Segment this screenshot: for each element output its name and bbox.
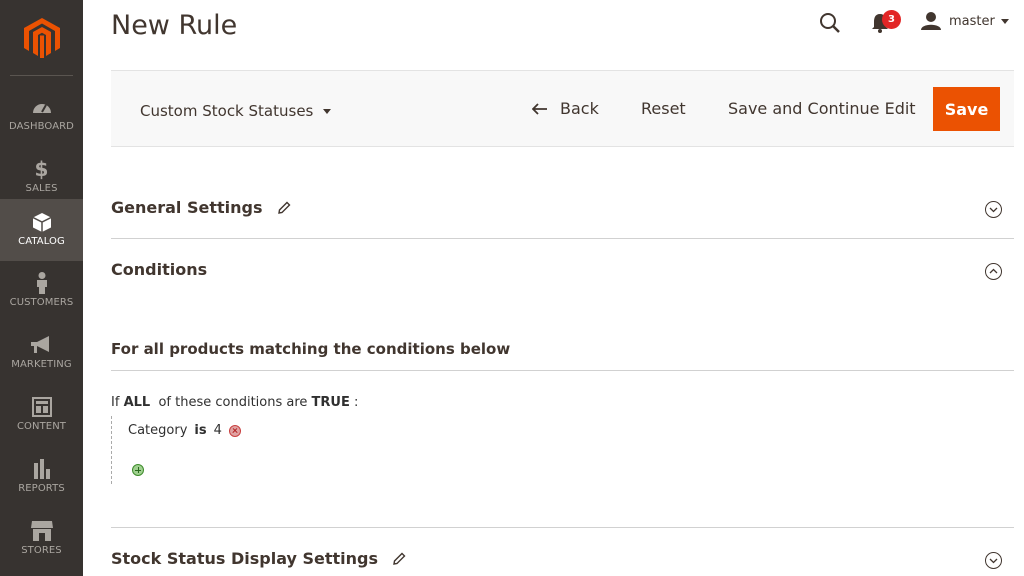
condition-value[interactable]: 4 — [214, 423, 222, 438]
general-settings-expand-icon[interactable] — [985, 201, 1002, 218]
value-select[interactable]: TRUE — [312, 395, 350, 410]
save-and-continue-button[interactable]: Save and Continue Edit — [728, 99, 916, 118]
back-button-label: Back — [560, 99, 599, 118]
conditions-fieldset-title: For all products matching the conditions… — [111, 340, 511, 358]
conditions-aggregator-line: If ALL of these conditions are TRUE : — [111, 395, 358, 410]
conditions-title: Conditions — [111, 260, 208, 279]
sidebar-item-dashboard[interactable]: DASHBOARD — [0, 88, 83, 150]
layout-icon — [0, 396, 83, 418]
remove-condition-icon[interactable] — [228, 424, 241, 437]
fieldset-divider — [111, 370, 1014, 371]
condition-rule-row: Category is 4 — [128, 423, 241, 438]
sidebar-item-reports[interactable]: REPORTS — [0, 450, 83, 512]
sidebar-item-label: DASHBOARD — [8, 121, 74, 132]
reset-button[interactable]: Reset — [641, 99, 686, 118]
sidebar-item-label: SALES — [25, 183, 58, 194]
stock-display-settings-title: Stock Status Display Settings — [111, 549, 379, 568]
logo-divider — [10, 75, 73, 76]
sidebar-item-label: MARKETING — [11, 359, 72, 370]
condition-operator[interactable]: is — [194, 423, 206, 438]
page-title: New Rule — [111, 10, 238, 41]
conditions-middle-text: of these conditions are — [158, 395, 308, 410]
sidebar-item-stores[interactable]: STORES — [0, 512, 83, 574]
megaphone-icon — [0, 334, 83, 356]
page-actions-toolbar: Custom Stock Statuses Back Reset Save an… — [111, 70, 1014, 147]
sidebar-item-label: CUSTOMERS — [9, 297, 74, 308]
sidebar-item-label: CONTENT — [16, 421, 67, 432]
user-icon — [921, 12, 941, 30]
sidebar-item-marketing[interactable]: MARKETING — [0, 326, 83, 388]
search-icon[interactable] — [819, 12, 841, 34]
conditions-suffix: : — [354, 395, 359, 410]
back-button[interactable]: Back — [532, 99, 599, 118]
general-settings-header[interactable]: General Settings — [111, 198, 291, 217]
box-icon — [0, 211, 83, 233]
pencil-icon — [393, 552, 406, 565]
sidebar-item-catalog[interactable]: CATALOG — [0, 199, 83, 261]
general-settings-title: General Settings — [111, 198, 263, 217]
stock-display-settings-expand-icon[interactable] — [985, 552, 1002, 569]
scope-switcher[interactable]: Custom Stock Statuses — [140, 102, 332, 120]
sidebar-item-content[interactable]: CONTENT — [0, 388, 83, 450]
aggregator-select[interactable]: ALL — [124, 395, 151, 410]
if-text: If — [111, 395, 120, 410]
user-name: master — [949, 13, 995, 29]
user-menu[interactable]: master — [921, 12, 1009, 30]
magento-logo-icon[interactable] — [24, 18, 60, 58]
section-divider — [111, 238, 1014, 239]
sidebar-item-label: STORES — [21, 545, 62, 556]
pencil-icon — [277, 201, 290, 214]
conditions-collapse-icon[interactable] — [985, 263, 1002, 280]
dashboard-icon — [0, 96, 83, 118]
save-button[interactable]: Save — [933, 87, 1000, 131]
scope-switcher-label: Custom Stock Statuses — [140, 102, 314, 120]
condition-attribute[interactable]: Category — [128, 423, 187, 438]
sidebar-item-label: CATALOG — [18, 236, 65, 247]
store-icon — [0, 520, 83, 542]
chevron-down-icon — [1000, 18, 1009, 24]
notifications-count-badge[interactable]: 3 — [882, 10, 901, 29]
person-icon — [0, 272, 83, 294]
stock-display-settings-header[interactable]: Stock Status Display Settings — [111, 549, 406, 568]
chevron-down-icon — [323, 108, 332, 114]
admin-sidebar: DASHBOARD $ SALES CATALOG CUSTOMERS MARK… — [0, 0, 83, 576]
sidebar-item-customers[interactable]: CUSTOMERS — [0, 264, 83, 326]
arrow-left-icon — [532, 102, 547, 115]
sidebar-item-label: REPORTS — [18, 483, 65, 494]
bar-chart-icon — [0, 458, 83, 480]
conditions-tree-line — [111, 416, 113, 484]
conditions-header[interactable]: Conditions — [111, 260, 207, 279]
add-condition-icon[interactable] — [132, 464, 144, 476]
dollar-icon: $ — [34, 157, 49, 181]
section-divider — [111, 527, 1014, 528]
main-content: New Rule 3 master Custom Stock Statuses … — [83, 0, 1024, 576]
